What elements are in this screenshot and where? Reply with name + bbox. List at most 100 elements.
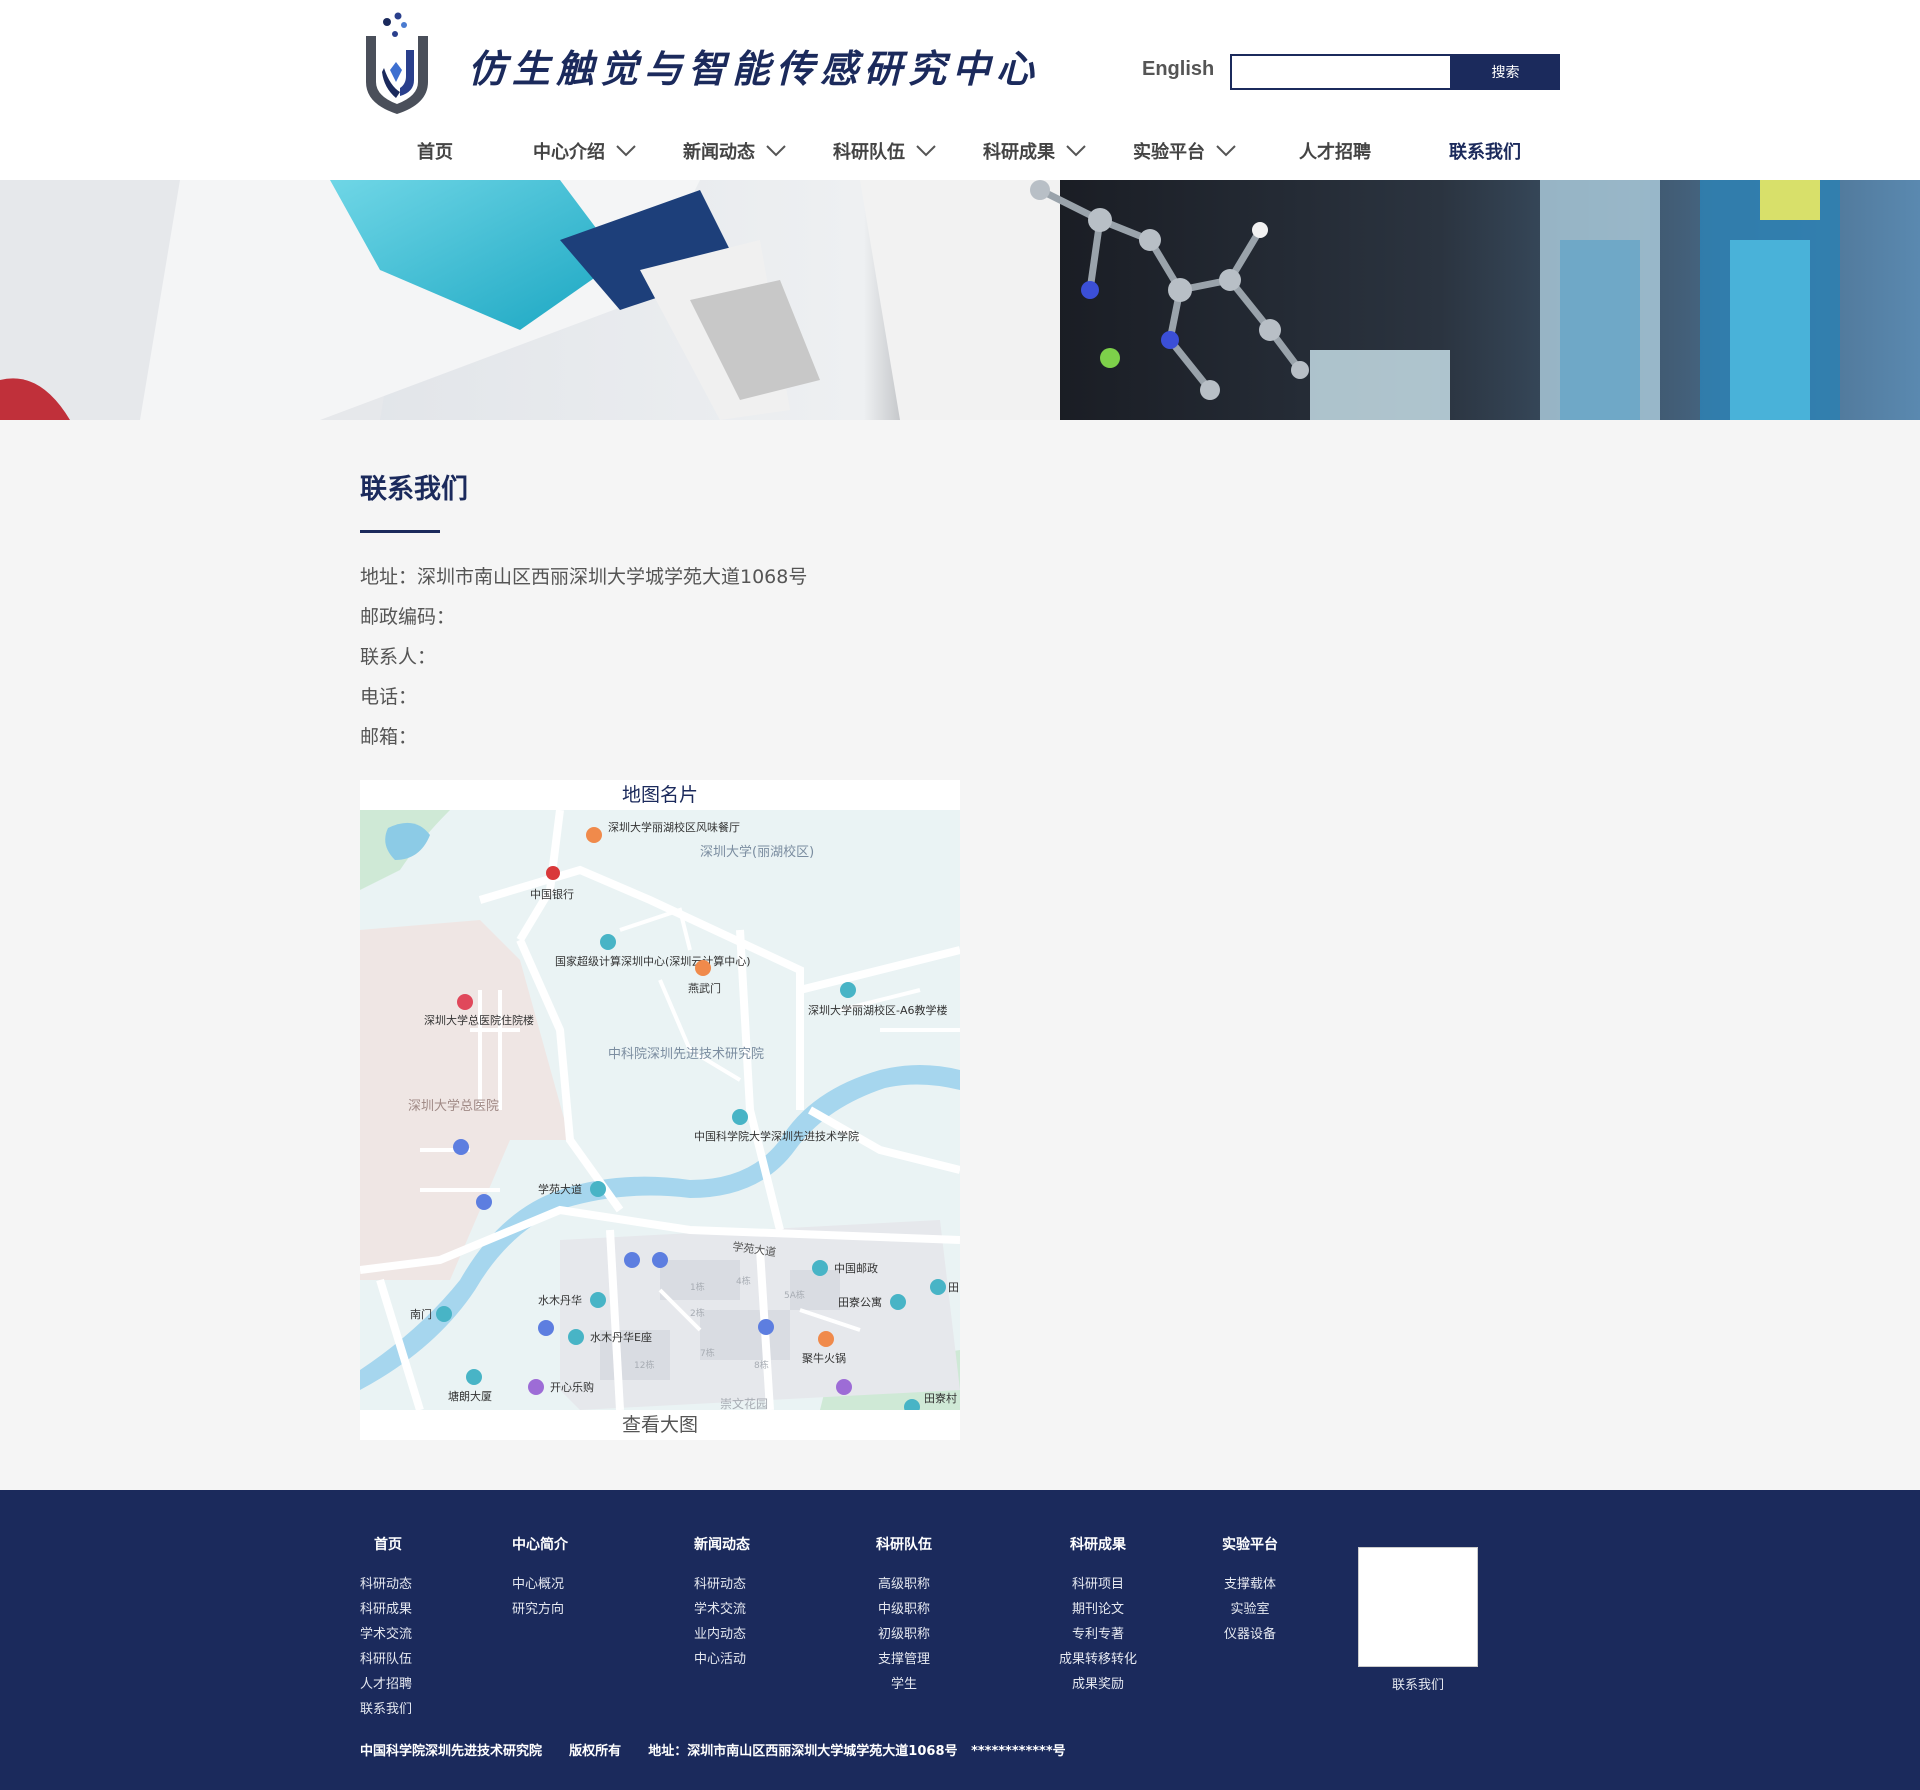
- map-label-shuimu: 水木丹华: [538, 1293, 582, 1307]
- english-link[interactable]: English: [1142, 58, 1214, 81]
- logo-icon[interactable]: [360, 12, 434, 116]
- site-header: 仿生触觉与智能传感研究中心 English 搜索 首页 中心介绍 新闻动态 科研…: [0, 0, 1920, 180]
- nav-item-recruit[interactable]: 人才招聘: [1260, 128, 1410, 174]
- map-label-siat-college: 中国科学院大学深圳先进技术学院: [694, 1129, 859, 1143]
- map-label-nanmen: 南门: [410, 1307, 432, 1321]
- footer-link[interactable]: 初级职称: [872, 1622, 936, 1647]
- map-label-szu: 深圳大学(丽湖校区): [700, 844, 814, 860]
- footer-link[interactable]: 中心活动: [694, 1647, 750, 1672]
- map-label-building: 12栋: [634, 1359, 654, 1371]
- footer-link[interactable]: 实验室: [1218, 1597, 1282, 1622]
- map-label-boc: 中国银行: [530, 887, 574, 901]
- nav-item-team[interactable]: 科研队伍: [810, 128, 960, 174]
- map-label-supercomputer: 国家超级计算深圳中心(深圳云计算中心): [555, 954, 751, 968]
- footer-column-title[interactable]: 科研队伍: [872, 1534, 936, 1558]
- site-title: 仿生触觉与智能传感研究中心: [468, 46, 1041, 91]
- map-label-kaixin: 开心乐购: [550, 1380, 594, 1394]
- nav-item-news[interactable]: 新闻动态: [660, 128, 810, 174]
- main-content: 联系我们 地址：深圳市南山区西丽深圳大学城学苑大道1068号 邮政编码： 联系人…: [360, 470, 1560, 757]
- phone-line: 电话：: [360, 686, 418, 708]
- map-label-tian: 田: [948, 1281, 959, 1294]
- map-label-yanwumen: 燕武门: [688, 981, 721, 995]
- map-label-building: 1栋: [690, 1281, 705, 1293]
- footer-link[interactable]: 科研动态: [360, 1572, 412, 1597]
- footer-link[interactable]: 仪器设备: [1218, 1622, 1282, 1647]
- footer-column-results: 科研成果 科研项目 期刊论文 专利专著 成果转移转化 成果奖励: [1050, 1534, 1146, 1697]
- map-label-tianliao: 田寮公寓: [838, 1295, 882, 1309]
- nav-item-home[interactable]: 首页: [360, 128, 510, 174]
- footer-column-title[interactable]: 中心简介: [512, 1534, 568, 1558]
- search-input[interactable]: [1230, 54, 1452, 90]
- footer-link[interactable]: 业内动态: [694, 1622, 750, 1647]
- map-label-building: 2栋: [690, 1307, 705, 1319]
- footer-link[interactable]: 高级职称: [872, 1572, 936, 1597]
- footer-link[interactable]: 成果转移转化: [1050, 1647, 1146, 1672]
- view-large-map-link[interactable]: 查看大图: [360, 1410, 960, 1440]
- map-label-building: 8栋: [754, 1359, 769, 1371]
- nav-item-platform[interactable]: 实验平台: [1110, 128, 1260, 174]
- map-label-hospital-ward: 深圳大学总医院住院楼: [424, 1013, 534, 1027]
- footer-column-platform: 实验平台 支撑载体 实验室 仪器设备: [1218, 1534, 1282, 1647]
- nav-item-about[interactable]: 中心介绍: [510, 128, 660, 174]
- map-label-building: 4栋: [736, 1275, 751, 1287]
- map-label-hospital: 深圳大学总医院: [408, 1098, 499, 1114]
- footer-link[interactable]: 联系我们: [360, 1697, 412, 1722]
- footer-link[interactable]: 支撑载体: [1218, 1572, 1282, 1597]
- map-label-tianliaocun: 田寮村: [924, 1391, 957, 1405]
- footer-link[interactable]: 科研队伍: [360, 1647, 412, 1672]
- footer-link[interactable]: 研究方向: [512, 1597, 568, 1622]
- chevron-down-icon: [1066, 145, 1086, 157]
- nav-item-label: 科研队伍: [833, 142, 905, 163]
- footer-link[interactable]: 专利专著: [1050, 1622, 1146, 1647]
- map-label-xueyuan: 学苑大道: [538, 1182, 582, 1196]
- map-label-siat: 中科院深圳先进技术研究院: [608, 1047, 764, 1062]
- footer-link[interactable]: 学生: [872, 1672, 936, 1697]
- copyright-text: 中国科学院深圳先进技术研究院 版权所有 地址：深圳市南山区西丽深圳大学城学苑大道…: [360, 1744, 1066, 1759]
- page-title: 联系我们: [360, 474, 468, 505]
- nav-item-label: 中心介绍: [533, 142, 605, 163]
- nav-item-label: 科研成果: [983, 142, 1055, 163]
- footer-column-title[interactable]: 实验平台: [1218, 1534, 1282, 1558]
- footer-link[interactable]: 科研动态: [694, 1572, 750, 1597]
- footer-column-title[interactable]: 新闻动态: [694, 1534, 750, 1558]
- footer-link[interactable]: 中级职称: [872, 1597, 936, 1622]
- footer-link[interactable]: 科研成果: [360, 1597, 412, 1622]
- footer-column-about: 中心简介 中心概况 研究方向: [512, 1534, 568, 1622]
- footer-link[interactable]: 中心概况: [512, 1572, 568, 1597]
- title-underline: [360, 530, 440, 533]
- email-line: 邮箱：: [360, 726, 418, 748]
- nav-item-label: 首页: [417, 142, 453, 163]
- footer-link[interactable]: 科研项目: [1050, 1572, 1146, 1597]
- main-nav: 首页 中心介绍 新闻动态 科研队伍 科研成果 实验平台 人才招聘 联系我们: [360, 128, 1560, 174]
- map-label-tanglang: 塘朗大厦: [448, 1389, 492, 1403]
- nav-item-results[interactable]: 科研成果: [960, 128, 1110, 174]
- map-image[interactable]: 深圳大学丽湖校区风味餐厅 深圳大学(丽湖校区) 中国银行 国家超级计算深圳中心(…: [360, 810, 960, 1410]
- contact-person-line: 联系人：: [360, 646, 437, 668]
- postcode-line: 邮政编码：: [360, 606, 456, 628]
- footer-column-title[interactable]: 首页: [360, 1534, 412, 1558]
- footer-link[interactable]: 学术交流: [360, 1622, 412, 1647]
- footer-link[interactable]: 学术交流: [694, 1597, 750, 1622]
- contact-info: 地址：深圳市南山区西丽深圳大学城学苑大道1068号 邮政编码： 联系人： 电话：…: [360, 557, 1560, 757]
- chevron-down-icon: [1216, 145, 1236, 157]
- search-button[interactable]: 搜索: [1451, 54, 1560, 90]
- chevron-down-icon: [766, 145, 786, 157]
- footer-link[interactable]: 成果奖励: [1050, 1672, 1146, 1697]
- footer-link[interactable]: 期刊论文: [1050, 1597, 1146, 1622]
- footer-column-news: 新闻动态 科研动态 学术交流 业内动态 中心活动: [694, 1534, 750, 1672]
- footer-column-title[interactable]: 科研成果: [1050, 1534, 1146, 1558]
- map-card: 地图名片 深圳大学丽湖校区风味餐厅 深圳大学(丽湖校区) 中国银行 国家超级计算…: [360, 780, 960, 1440]
- banner-image: [0, 180, 1920, 420]
- nav-item-label: 人才招聘: [1299, 142, 1371, 163]
- chevron-down-icon: [616, 145, 636, 157]
- map-label-chongwen: 崇文花园: [720, 1396, 768, 1410]
- map-card-title: 地图名片: [621, 784, 698, 806]
- map-label-building: 7栋: [700, 1347, 715, 1359]
- qr-code-label: 联系我们: [1391, 1678, 1444, 1693]
- nav-item-contact[interactable]: 联系我们: [1410, 128, 1560, 174]
- nav-item-label: 新闻动态: [683, 142, 755, 163]
- footer-link[interactable]: 人才招聘: [360, 1672, 412, 1697]
- address-line: 地址：深圳市南山区西丽深圳大学城学苑大道1068号: [360, 566, 808, 588]
- footer-link[interactable]: 支撑管理: [872, 1647, 936, 1672]
- chevron-down-icon: [916, 145, 936, 157]
